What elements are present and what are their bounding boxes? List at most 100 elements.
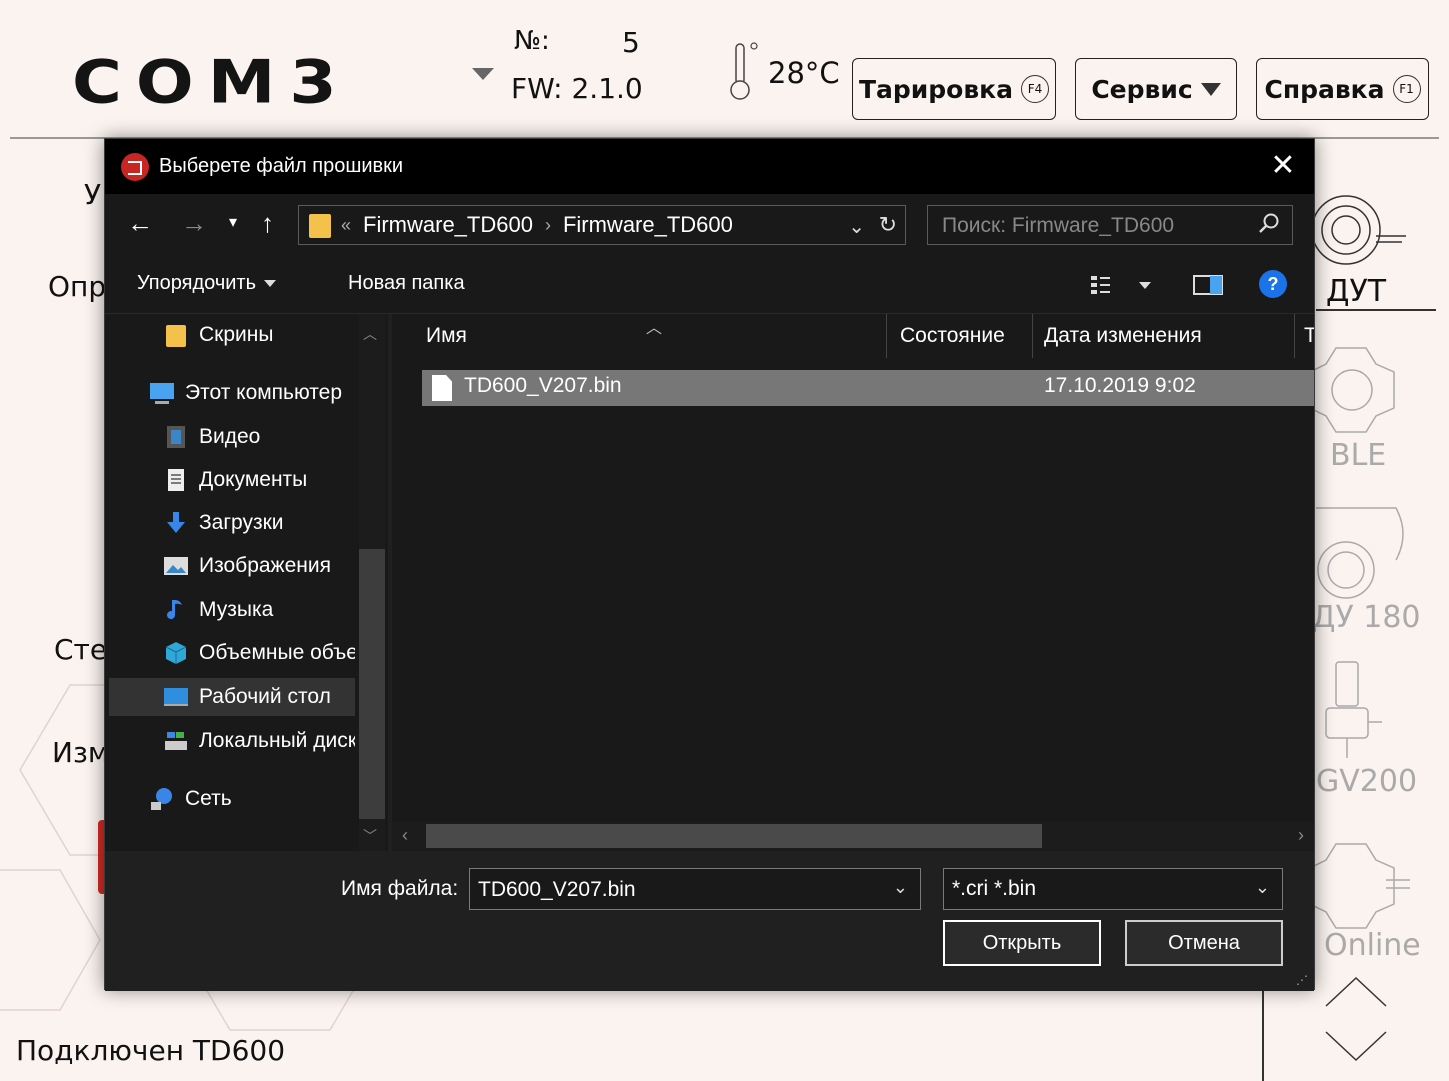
command-toolbar: Упорядочить Новая папка ? [105,256,1314,314]
preview-pane-icon[interactable] [1193,274,1223,296]
sidebar-item-label: Рабочий стол [199,685,331,708]
up-arrow-icon[interactable]: ↑ [261,208,274,238]
file-date: 17.10.2019 9:02 [1044,374,1196,397]
refresh-icon[interactable]: ↻ [879,212,897,238]
desktop-icon [164,688,188,706]
file-type-value: *.cri *.bin [952,877,1037,900]
breadcrumb-item[interactable]: Firmware_TD600 [363,212,533,238]
chevron-down-icon [1200,82,1221,96]
address-dropdown-icon[interactable]: ⌄ [848,214,865,239]
open-button[interactable]: Открыть [943,920,1101,966]
device-dut-label[interactable]: ДУТ [1326,274,1386,309]
table-row[interactable]: TD600_V207.bin 17.10.2019 9:02 [422,370,1314,406]
help-button-label: Справка [1264,74,1385,104]
sidebar-item-documents[interactable]: Документы [163,461,355,499]
scroll-up-arrow-icon[interactable] [1322,972,1390,1012]
chevron-down-icon[interactable]: ⌄ [1255,877,1270,898]
device-number-label: №: [514,26,550,56]
app-logo: COM3 [72,48,351,118]
new-folder-button[interactable]: Новая папка [348,272,465,295]
file-type-filter[interactable]: *.cri *.bin ⌄ [943,868,1283,910]
sidebar-item-desktop[interactable]: Рабочий стол [109,678,355,716]
temperature-readout: 28°C [768,56,840,90]
sidebar-item-downloads[interactable]: Загрузки [163,504,355,542]
sidebar-item-label: Сеть [185,787,232,810]
recent-locations-chevron-icon[interactable]: ▾ [229,208,237,238]
resize-grip-icon[interactable]: ⋰ [1296,973,1308,987]
back-arrow-icon[interactable]: ← [127,208,153,238]
column-header-name[interactable]: Имя [426,324,467,348]
sidebar-item-pictures[interactable]: Изображения [163,547,355,585]
sidebar-item-label: Музыка [199,598,274,621]
horizontal-scrollbar-thumb[interactable] [426,824,1042,848]
local-disk-icon [165,732,187,750]
sidebar-item-screenshots[interactable]: Скрины [163,316,353,354]
filename-label: Имя файла: [341,877,459,900]
column-header-state[interactable]: Состояние [900,324,1005,348]
sidebar-item-label: Скрины [199,323,274,346]
computer-icon [150,383,174,404]
forward-arrow-icon[interactable]: → [181,208,207,238]
sidebar-item-label: Загрузки [199,511,284,534]
left-panel-label-3: Сте [54,633,108,666]
sidebar-item-3d-objects[interactable]: Объемные объекты [163,634,355,672]
sidebar-scroll-down-icon[interactable]: ﹀ [363,826,377,846]
cancel-button[interactable]: Отмена [1125,920,1283,966]
column-header-date[interactable]: Дата изменения [1044,324,1202,348]
file-open-dialog: Выберете файл прошивки ✕ ← → ▾ ↑ « Firmw… [104,138,1315,991]
sidebar-item-music[interactable]: Музыка [163,591,355,629]
sidebar-item-this-pc[interactable]: Этот компьютер [149,374,355,412]
chevron-down-icon[interactable]: ⌄ [893,877,908,898]
device-online-label[interactable]: Online [1324,928,1421,963]
3d-objects-icon [165,642,187,664]
device-du180-label[interactable]: ДУ 180 [1312,600,1421,635]
tare-button-label: Тарировка [858,74,1014,104]
downloads-icon [167,512,185,533]
filename-input[interactable]: TD600_V207.bin ⌄ [469,868,921,910]
column-separator[interactable] [1294,314,1295,358]
search-icon [1259,213,1279,233]
scroll-left-icon[interactable]: ‹ [402,825,408,846]
view-dropdown-icon[interactable] [1139,282,1151,289]
file-icon [432,375,452,401]
folder-icon [166,325,186,347]
help-button[interactable]: Справка F1 [1256,58,1429,120]
sidebar-item-label: Объемные объекты [199,641,355,664]
du180-sensor-icon[interactable] [1306,494,1416,604]
organize-button[interactable]: Упорядочить [137,272,277,295]
tare-button[interactable]: Тарировка F4 [852,58,1056,120]
close-button[interactable]: ✕ [1266,149,1300,183]
sidebar-scroll-up-icon[interactable]: ︿ [363,324,377,344]
sidebar-item-video[interactable]: Видео [163,418,355,456]
scroll-right-icon[interactable]: › [1298,825,1304,846]
sidebar-item-network[interactable]: Сеть [149,780,355,818]
column-separator[interactable] [1032,314,1033,358]
view-options-icon[interactable] [1091,274,1125,296]
video-icon [167,426,185,448]
device-ble-label[interactable]: BLE [1330,438,1386,473]
ble-sensor-icon[interactable] [1306,340,1416,450]
f4-key-icon: F4 [1021,75,1050,103]
dialog-title-bar[interactable]: Выберете файл прошивки ✕ [105,139,1314,194]
help-icon[interactable]: ? [1259,270,1287,298]
service-button-label: Сервис [1091,74,1193,104]
left-panel-label-4: Изм [52,736,109,769]
right-panel-divider [1262,985,1264,1081]
address-bar[interactable]: « Firmware_TD600 › Firmware_TD600 ⌄ ↻ [298,205,906,245]
navigation-bar: ← → ▾ ↑ « Firmware_TD600 › Firmware_TD60… [105,194,1314,256]
breadcrumb-overflow[interactable]: « [341,215,351,236]
search-field[interactable]: Поиск: Firmware_TD600 [927,205,1293,245]
search-placeholder: Поиск: Firmware_TD600 [942,214,1175,237]
gv200-sensor-icon[interactable] [1306,658,1416,768]
sidebar-item-local-disk[interactable]: Локальный диск [163,722,355,760]
column-separator[interactable] [886,314,887,358]
sidebar-scrollbar-thumb[interactable] [359,549,385,819]
scroll-down-arrow-icon[interactable] [1322,1026,1390,1066]
breadcrumb-item[interactable]: Firmware_TD600 [563,212,733,238]
service-button[interactable]: Сервис [1075,58,1237,120]
sidebar-item-label: Документы [199,468,308,491]
device-gv200-label[interactable]: GV200 [1316,764,1417,799]
device-dropdown-caret[interactable] [472,68,494,80]
column-header-type[interactable]: Т [1304,324,1314,348]
horizontal-scrollbar[interactable]: ‹ › [392,822,1314,850]
